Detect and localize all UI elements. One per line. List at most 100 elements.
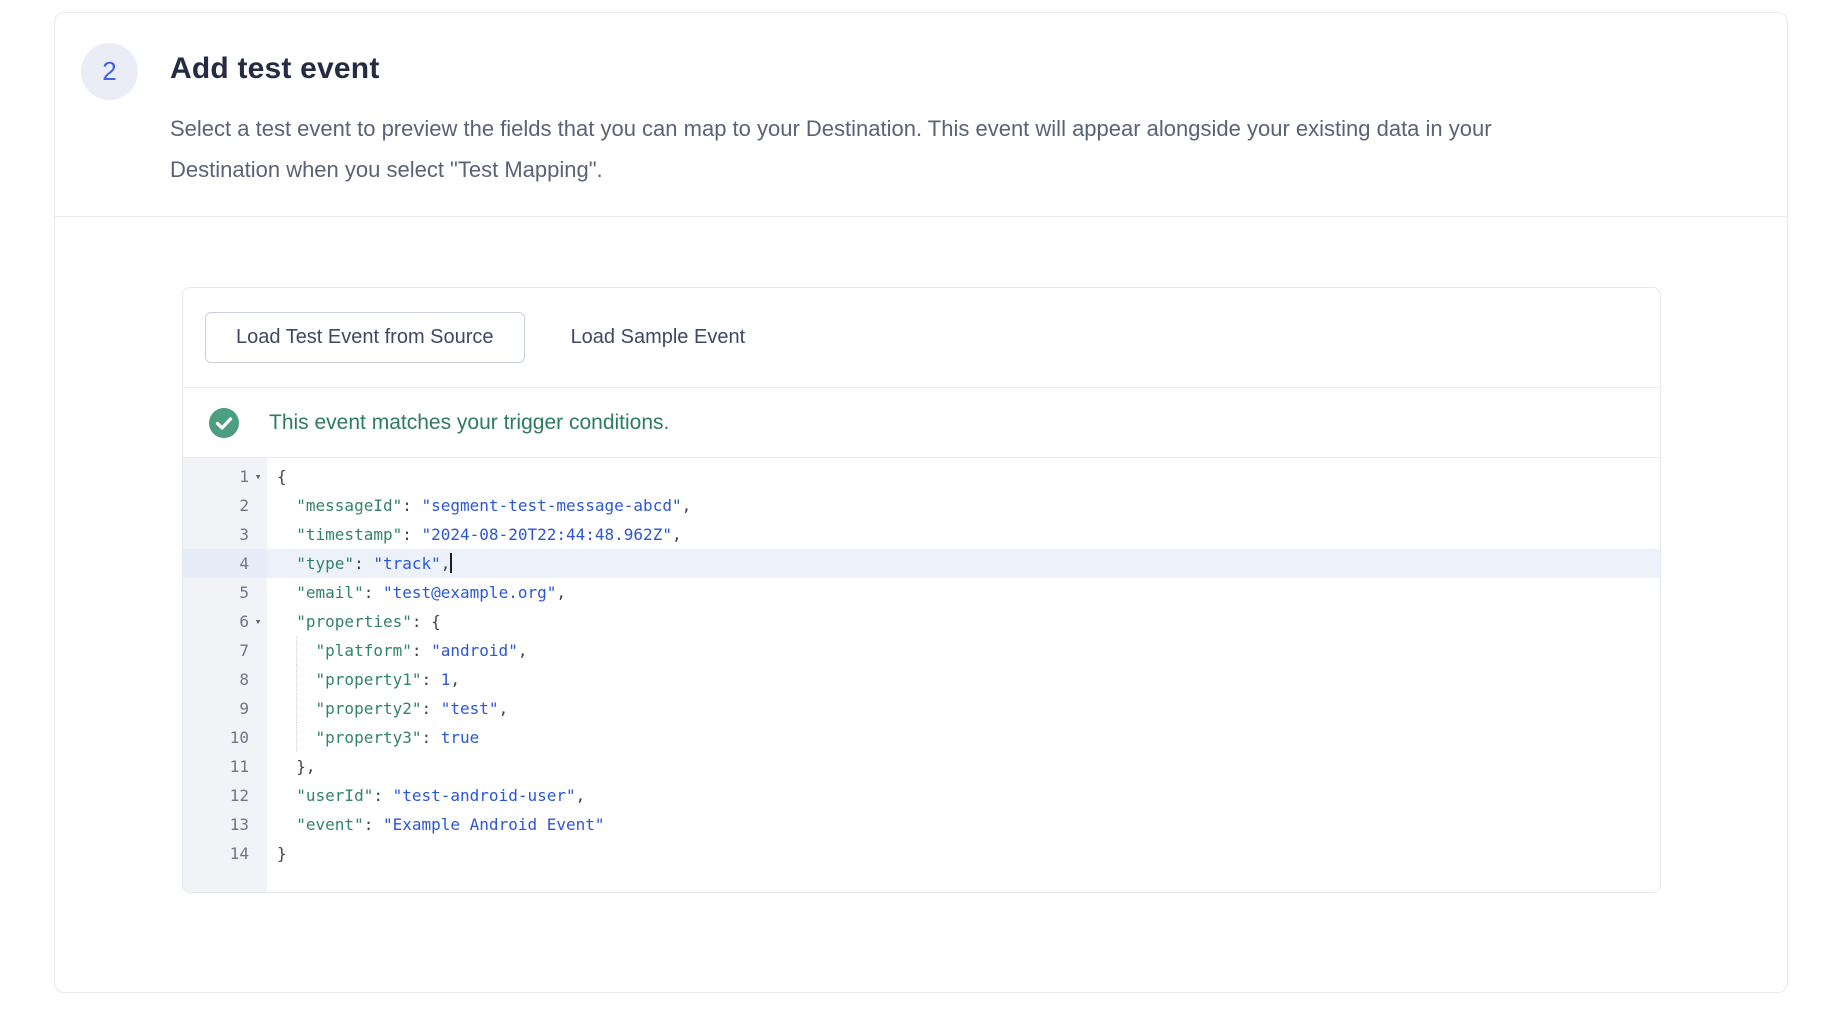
code-token: ,: [450, 670, 460, 689]
code-token: "property2": [316, 699, 422, 718]
code-token: "test-android-user": [393, 786, 576, 805]
code-token: },: [277, 757, 316, 776]
code-line[interactable]: 8 "property1": 1,: [183, 665, 1660, 694]
code-token: :: [364, 583, 383, 602]
line-number: 2: [183, 491, 249, 520]
load-test-event-button[interactable]: Load Test Event from Source: [205, 312, 525, 363]
code-line[interactable]: 10 "property3": true: [183, 723, 1660, 752]
code-line[interactable]: 3 "timestamp": "2024-08-20T22:44:48.962Z…: [183, 520, 1660, 549]
code-token: :: [422, 699, 441, 718]
code-token: [277, 699, 316, 718]
fold-spacer: [249, 723, 267, 752]
json-editor[interactable]: 1▾{2 "messageId": "segment-test-message-…: [183, 458, 1660, 893]
code-line[interactable]: 4 "type": "track",: [183, 549, 1660, 578]
gutter-cell: 14: [183, 839, 267, 868]
code-line-content[interactable]: "platform": "android",: [267, 636, 1660, 665]
gutter-cell: 8: [183, 665, 267, 694]
code-token: [277, 670, 316, 689]
code-line[interactable]: 14}: [183, 839, 1660, 868]
code-line-content[interactable]: "messageId": "segment-test-message-abcd"…: [267, 491, 1660, 520]
trigger-match-status: This event matches your trigger conditio…: [183, 388, 1660, 458]
line-number: 1: [183, 462, 249, 491]
fold-spacer: [249, 520, 267, 549]
gutter-cell: 5: [183, 578, 267, 607]
code-line[interactable]: 1▾{: [183, 462, 1660, 491]
code-line-content[interactable]: },: [267, 752, 1660, 781]
code-line-content[interactable]: "email": "test@example.org",: [267, 578, 1660, 607]
code-line[interactable]: 13 "event": "Example Android Event": [183, 810, 1660, 839]
code-line-content[interactable]: {: [267, 462, 1660, 491]
line-number: 8: [183, 665, 249, 694]
fold-arrow-icon[interactable]: ▾: [249, 462, 267, 491]
code-line[interactable]: 2 "messageId": "segment-test-message-abc…: [183, 491, 1660, 520]
code-line[interactable]: 6▾ "properties": {: [183, 607, 1660, 636]
page-title: Add test event: [170, 47, 380, 91]
code-token: "android": [431, 641, 518, 660]
code-line-content[interactable]: "userId": "test-android-user",: [267, 781, 1660, 810]
code-token: "test": [441, 699, 499, 718]
gutter-cell: 1▾: [183, 462, 267, 491]
step-description: Select a test event to preview the field…: [170, 108, 1750, 190]
line-number: 14: [183, 839, 249, 868]
code-token: "event": [296, 815, 363, 834]
code-token: "2024-08-20T22:44:48.962Z": [422, 525, 672, 544]
code-token: [277, 786, 296, 805]
gutter-cell: 10: [183, 723, 267, 752]
code-line[interactable]: 11 },: [183, 752, 1660, 781]
code-line[interactable]: 12 "userId": "test-android-user",: [183, 781, 1660, 810]
code-token: "userId": [296, 786, 373, 805]
gutter-cell: 2: [183, 491, 267, 520]
test-event-panel: Load Test Event from Source Load Sample …: [182, 287, 1661, 893]
fold-spacer: [249, 694, 267, 723]
code-token: [277, 728, 316, 747]
code-token: [277, 554, 296, 573]
code-line-content[interactable]: "property2": "test",: [267, 694, 1660, 723]
code-token: 1: [441, 670, 451, 689]
code-token: ,: [556, 583, 566, 602]
code-token: "platform": [316, 641, 412, 660]
code-token: ,: [518, 641, 528, 660]
fold-spacer: [249, 578, 267, 607]
code-token: :: [402, 525, 421, 544]
step-number: 2: [102, 56, 116, 87]
code-token: }: [277, 844, 287, 863]
load-sample-event-button[interactable]: Load Sample Event: [547, 312, 770, 363]
code-token: "property3": [316, 728, 422, 747]
code-token: "email": [296, 583, 363, 602]
code-line-content[interactable]: "type": "track",: [267, 549, 1660, 578]
fold-arrow-icon[interactable]: ▾: [249, 607, 267, 636]
code-token: "property1": [316, 670, 422, 689]
code-token: "type": [296, 554, 354, 573]
code-token: ,: [672, 525, 682, 544]
code-line[interactable]: 7 "platform": "android",: [183, 636, 1660, 665]
fold-spacer: [249, 839, 267, 868]
code-line-content[interactable]: "event": "Example Android Event": [267, 810, 1660, 839]
code-line-content[interactable]: "timestamp": "2024-08-20T22:44:48.962Z",: [267, 520, 1660, 549]
add-test-event-card: 2 Add test event Select a test event to …: [54, 12, 1788, 993]
fold-spacer: [249, 636, 267, 665]
line-number: 3: [183, 520, 249, 549]
line-number: 12: [183, 781, 249, 810]
code-token: "test@example.org": [383, 583, 556, 602]
line-number: 10: [183, 723, 249, 752]
code-token: "timestamp": [296, 525, 402, 544]
code-line-content[interactable]: "property1": 1,: [267, 665, 1660, 694]
code-token: :: [373, 786, 392, 805]
code-token: :: [354, 554, 373, 573]
code-token: ,: [499, 699, 509, 718]
code-line-content[interactable]: "properties": {: [267, 607, 1660, 636]
line-number: 4: [183, 549, 249, 578]
step-description-line2: Destination when you select "Test Mappin…: [170, 157, 603, 182]
code-token: "properties": [296, 612, 412, 631]
header-divider: [55, 216, 1787, 217]
gutter-cell: 7: [183, 636, 267, 665]
gutter-cell: 4: [183, 549, 267, 578]
code-line-content[interactable]: }: [267, 839, 1660, 868]
code-line-content[interactable]: "property3": true: [267, 723, 1660, 752]
code-token: ,: [576, 786, 586, 805]
fold-spacer: [249, 810, 267, 839]
code-line[interactable]: 5 "email": "test@example.org",: [183, 578, 1660, 607]
line-number: 9: [183, 694, 249, 723]
code-token: [277, 815, 296, 834]
code-line[interactable]: 9 "property2": "test",: [183, 694, 1660, 723]
